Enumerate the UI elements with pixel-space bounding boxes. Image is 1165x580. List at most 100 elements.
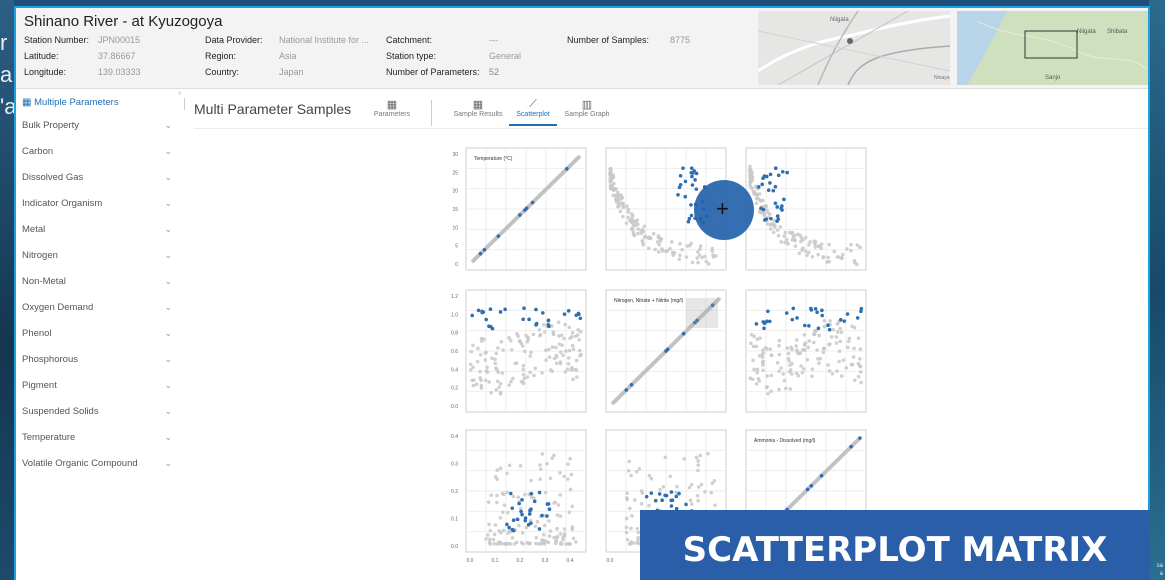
tab-sample-results[interactable]: ▦ Sample Results <box>449 98 507 118</box>
data-point <box>484 350 488 355</box>
station-number-label: Station Number: <box>24 35 90 45</box>
data-point <box>498 381 503 386</box>
tab-label: Scatterplot <box>516 111 550 118</box>
data-point <box>675 484 679 489</box>
data-point <box>537 527 542 531</box>
overview-map[interactable]: Niigata Shibata Sanjo <box>957 11 1148 85</box>
num-params-row: Number of Parameters: 52 <box>386 67 499 77</box>
data-point <box>756 376 761 381</box>
data-point <box>566 477 570 481</box>
chevron-down-icon[interactable]: ⌄ <box>164 354 172 365</box>
chevron-down-icon[interactable]: ⌄ <box>164 458 172 469</box>
data-point <box>520 531 525 535</box>
chevron-down-icon[interactable]: ⌄ <box>164 172 172 183</box>
data-point <box>797 251 802 256</box>
data-point <box>690 171 695 175</box>
data-point <box>547 347 551 352</box>
chevron-down-icon[interactable]: ⌄ <box>164 328 172 339</box>
data-point <box>761 176 765 181</box>
data-point <box>859 306 864 311</box>
data-point <box>858 347 863 351</box>
bar-chart-icon: ▥ <box>581 99 593 111</box>
data-point <box>567 510 572 515</box>
station-map[interactable]: Niigata Ninaya <box>758 11 950 85</box>
chevron-down-icon[interactable]: ⌄ <box>164 302 172 313</box>
collapse-icon[interactable]: ^ <box>178 92 181 99</box>
sidebar-item[interactable]: Phosphorous ⌄ <box>22 354 172 374</box>
data-point <box>498 391 503 396</box>
data-point <box>822 318 827 323</box>
tick-label: 0.4 <box>567 558 574 564</box>
data-point <box>712 478 717 483</box>
sidebar-heading[interactable]: ▦ Multiple Parameters <box>22 97 119 108</box>
data-point <box>761 207 766 212</box>
tick-label: 0.3 <box>542 558 549 564</box>
sidebar-item[interactable]: Non-Metal ⌄ <box>22 276 172 296</box>
sidebar-item[interactable]: Temperature ⌄ <box>22 432 172 452</box>
parameter-sidebar: ▦ Multiple Parameters Bulk Property ⌄ Carb… <box>16 90 176 580</box>
sidebar-item[interactable]: Oxygen Demand ⌄ <box>22 302 172 322</box>
tab-parameters[interactable]: ▦ Parameters <box>370 98 414 118</box>
tick-label: 0.0 <box>451 404 458 410</box>
catchment-label: Catchment: <box>386 35 433 45</box>
data-point <box>769 389 773 393</box>
region-value: Asia <box>279 51 297 61</box>
data-point <box>685 244 689 248</box>
data-point <box>834 341 839 345</box>
data-point <box>554 355 559 359</box>
data-point <box>689 166 694 171</box>
data-point <box>635 526 640 531</box>
country-value: Japan <box>279 67 304 77</box>
background-text: r <box>0 30 8 55</box>
chevron-down-icon[interactable]: ⌄ <box>164 276 172 287</box>
data-point <box>541 532 546 537</box>
data-point <box>506 510 510 515</box>
tick-label: 25 <box>452 170 458 176</box>
data-point <box>511 518 516 523</box>
sidebar-item[interactable]: Bulk Property ⌄ <box>22 120 172 140</box>
sidebar-item[interactable]: Pigment ⌄ <box>22 380 172 400</box>
data-point <box>629 212 634 216</box>
sidebar-item[interactable]: Indicator Organism ⌄ <box>22 198 172 218</box>
tab-sample-graph[interactable]: ▥ Sample Graph <box>561 98 613 118</box>
data-point <box>793 244 798 248</box>
data-point <box>859 380 863 385</box>
data-point <box>840 256 844 261</box>
panel-label: Nitrogen, Nitrate + Nitrite (mg/l) <box>614 298 684 304</box>
data-point <box>785 170 789 175</box>
sidebar-item[interactable]: Carbon ⌄ <box>22 146 172 166</box>
data-point <box>487 540 492 545</box>
chevron-down-icon[interactable]: ⌄ <box>164 250 172 261</box>
data-point <box>521 363 526 368</box>
chevron-down-icon[interactable]: ⌄ <box>164 432 172 443</box>
chevron-down-icon[interactable]: ⌄ <box>164 120 172 131</box>
chevron-down-icon[interactable]: ⌄ <box>164 146 172 157</box>
sidebar-item-label: Bulk Property <box>22 120 80 131</box>
sidebar-item[interactable]: Metal ⌄ <box>22 224 172 244</box>
data-point <box>805 357 810 362</box>
data-point <box>518 213 522 217</box>
data-point <box>827 259 831 264</box>
data-point <box>649 476 654 481</box>
data-point <box>488 528 493 533</box>
sidebar-item[interactable]: Suspended Solids ⌄ <box>22 406 172 426</box>
tab-scatterplot[interactable]: ⟋ Scatterplot <box>509 98 557 118</box>
chevron-down-icon[interactable]: ⌄ <box>164 380 172 391</box>
data-point <box>558 470 562 475</box>
sidebar-item[interactable]: Nitrogen ⌄ <box>22 250 172 270</box>
chevron-down-icon[interactable]: ⌄ <box>164 224 172 235</box>
sidebar-item[interactable]: Dissolved Gas ⌄ <box>22 172 172 192</box>
sidebar-item[interactable]: Volatile Organic Compound ⌄ <box>22 458 172 478</box>
tick-label: 0.4 <box>451 367 458 373</box>
sidebar-item[interactable]: Phenol ⌄ <box>22 328 172 348</box>
data-point <box>858 370 863 374</box>
chevron-down-icon[interactable]: ⌄ <box>164 198 172 209</box>
data-point <box>611 188 616 193</box>
data-point <box>523 492 527 497</box>
data-point <box>683 179 688 184</box>
data-point <box>766 188 771 193</box>
chevron-down-icon[interactable]: ⌄ <box>164 406 172 417</box>
data-point <box>678 182 683 187</box>
data-point <box>566 361 571 366</box>
station-type-value: General <box>489 51 522 61</box>
